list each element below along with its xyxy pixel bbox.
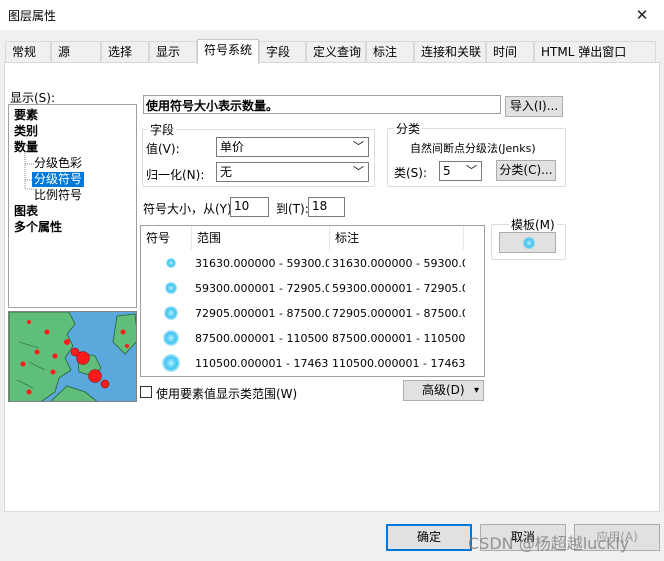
range-cell[interactable]: 59300.000001 - 72905.0000 bbox=[195, 276, 329, 301]
tab-strip: 常规 源 选择 显示 符号系统 字段 定义查询 标注 连接和关联 时间 HTML… bbox=[0, 39, 664, 64]
description-box: 使用符号大小表示数量。 bbox=[143, 95, 501, 114]
symbol-size-from-input[interactable]: 10 bbox=[230, 197, 269, 217]
normalization-dropdown-text: 无 bbox=[220, 165, 233, 179]
label-cell[interactable]: 31630.000000 - 59300.0000 bbox=[332, 251, 465, 276]
range-cell[interactable]: 31630.000000 - 59300.0000 bbox=[195, 251, 329, 276]
table-row[interactable]: 110500.000001 - 174633.00110500.000001 -… bbox=[141, 351, 484, 376]
use-feature-values-checkbox[interactable] bbox=[140, 386, 152, 398]
template-symbol-button[interactable] bbox=[499, 232, 556, 253]
import-button[interactable]: 导入(I)... bbox=[505, 96, 563, 117]
classification-method: 自然间断点分级法(Jenks) bbox=[410, 142, 536, 155]
range-cell[interactable]: 87500.000001 - 110500.000 bbox=[195, 326, 329, 351]
symbol-size-to-label: 到(T): bbox=[276, 202, 309, 216]
column-header-label[interactable]: 标注 bbox=[330, 226, 464, 250]
tree-item-graduated-colors[interactable]: 分级色彩 bbox=[34, 156, 82, 171]
class-symbol-icon[interactable] bbox=[163, 330, 179, 346]
close-icon[interactable]: ✕ bbox=[632, 6, 652, 24]
column-header-symbol[interactable]: 符号 bbox=[141, 226, 192, 250]
value-dropdown[interactable]: 单价 ﹀ bbox=[216, 137, 369, 157]
preview-map-graphic bbox=[9, 312, 136, 401]
title-bar: 图层属性 ✕ bbox=[0, 0, 664, 30]
symbol-size-from-label: 符号大小，从(Y) bbox=[143, 202, 232, 216]
tab-joins-relates[interactable]: 连接和关联 bbox=[414, 41, 486, 63]
normalization-label: 归一化(N): bbox=[146, 168, 205, 182]
range-cell[interactable]: 110500.000001 - 174633.00 bbox=[195, 351, 329, 376]
class-symbol-icon[interactable] bbox=[166, 258, 176, 268]
table-row[interactable]: 31630.000000 - 59300.000031630.000000 - … bbox=[141, 251, 484, 276]
classify-button[interactable]: 分类(C)... bbox=[496, 160, 556, 181]
table-row[interactable]: 87500.000001 - 110500.00087500.000001 - … bbox=[141, 326, 484, 351]
class-table[interactable]: 符号 范围 标注 31630.000000 - 59300.000031630.… bbox=[140, 225, 485, 377]
label-cell[interactable]: 59300.000001 - 72905.0000 bbox=[332, 276, 465, 301]
advanced-button[interactable]: 高级(D) ▾ bbox=[403, 380, 484, 401]
classes-dropdown[interactable]: 5 ﹀ bbox=[439, 161, 482, 181]
column-header-range[interactable]: 范围 bbox=[192, 226, 330, 250]
classes-label: 类(S): bbox=[394, 166, 428, 180]
window-title: 图层属性 bbox=[8, 9, 57, 23]
tab-selection[interactable]: 选择 bbox=[101, 41, 149, 63]
tree-item-graduated-symbols[interactable]: 分级符号 bbox=[32, 172, 85, 187]
advanced-button-label: 高级(D) bbox=[422, 383, 465, 397]
tab-general[interactable]: 常规 bbox=[5, 41, 51, 63]
watermark-text: CSDN @杨超越luckly bbox=[468, 534, 630, 553]
fields-group-label: 字段 bbox=[148, 121, 177, 138]
ok-button[interactable]: 确定 bbox=[386, 524, 472, 551]
tab-display[interactable]: 显示 bbox=[149, 41, 197, 63]
chevron-down-icon: ﹀ bbox=[466, 164, 477, 177]
renderer-preview-map bbox=[8, 311, 137, 402]
class-symbol-icon[interactable] bbox=[164, 306, 178, 320]
renderer-tree: 要素 类别 数量 分级色彩 分级符号 比例符号 图表 多个属性 bbox=[8, 104, 137, 308]
tab-labels[interactable]: 标注 bbox=[366, 41, 414, 63]
tree-item-charts[interactable]: 图表 bbox=[14, 204, 38, 219]
symbol-size-to-input[interactable]: 18 bbox=[308, 197, 345, 217]
tree-item-proportional-symbols[interactable]: 比例符号 bbox=[34, 188, 82, 203]
label-cell[interactable]: 72905.000001 - 87500.0000 bbox=[332, 301, 465, 326]
value-dropdown-text: 单价 bbox=[220, 140, 245, 154]
chevron-down-icon: ﹀ bbox=[353, 165, 364, 178]
tab-source[interactable]: 源 bbox=[51, 41, 101, 63]
tab-definition-query[interactable]: 定义查询 bbox=[306, 41, 366, 63]
tree-item-multiple-attributes[interactable]: 多个属性 bbox=[14, 220, 62, 235]
chevron-down-icon: ﹀ bbox=[353, 140, 364, 153]
label-cell[interactable]: 87500.000001 - 110500.000 bbox=[332, 326, 465, 351]
tree-item-features[interactable]: 要素 bbox=[14, 108, 38, 123]
value-label: 值(V): bbox=[146, 142, 180, 156]
table-row[interactable]: 59300.000001 - 72905.000059300.000001 - … bbox=[141, 276, 484, 301]
use-feature-values-label: 使用要素值显示类范围(W) bbox=[156, 387, 298, 401]
tab-html-popup[interactable]: HTML 弹出窗口 bbox=[534, 41, 656, 63]
tab-fields[interactable]: 字段 bbox=[259, 41, 306, 63]
classification-group-label: 分类 bbox=[394, 120, 423, 137]
tab-symbology[interactable]: 符号系统 bbox=[197, 39, 259, 64]
label-cell[interactable]: 110500.000001 - 174633.00 bbox=[332, 351, 465, 376]
table-row[interactable]: 72905.000001 - 87500.000072905.000001 - … bbox=[141, 301, 484, 326]
classes-dropdown-text: 5 bbox=[443, 164, 451, 178]
template-label: 模板(M) bbox=[509, 216, 557, 233]
tab-time[interactable]: 时间 bbox=[486, 41, 534, 63]
template-symbol-icon bbox=[523, 237, 535, 249]
normalization-dropdown[interactable]: 无 ﹀ bbox=[216, 162, 369, 182]
class-symbol-icon[interactable] bbox=[165, 282, 177, 294]
range-cell[interactable]: 72905.000001 - 87500.0000 bbox=[195, 301, 329, 326]
tree-item-categories[interactable]: 类别 bbox=[14, 124, 38, 139]
class-symbol-icon[interactable] bbox=[162, 354, 180, 372]
description-text: 使用符号大小表示数量。 bbox=[146, 99, 279, 113]
dropdown-arrow-icon: ▾ bbox=[473, 385, 479, 396]
